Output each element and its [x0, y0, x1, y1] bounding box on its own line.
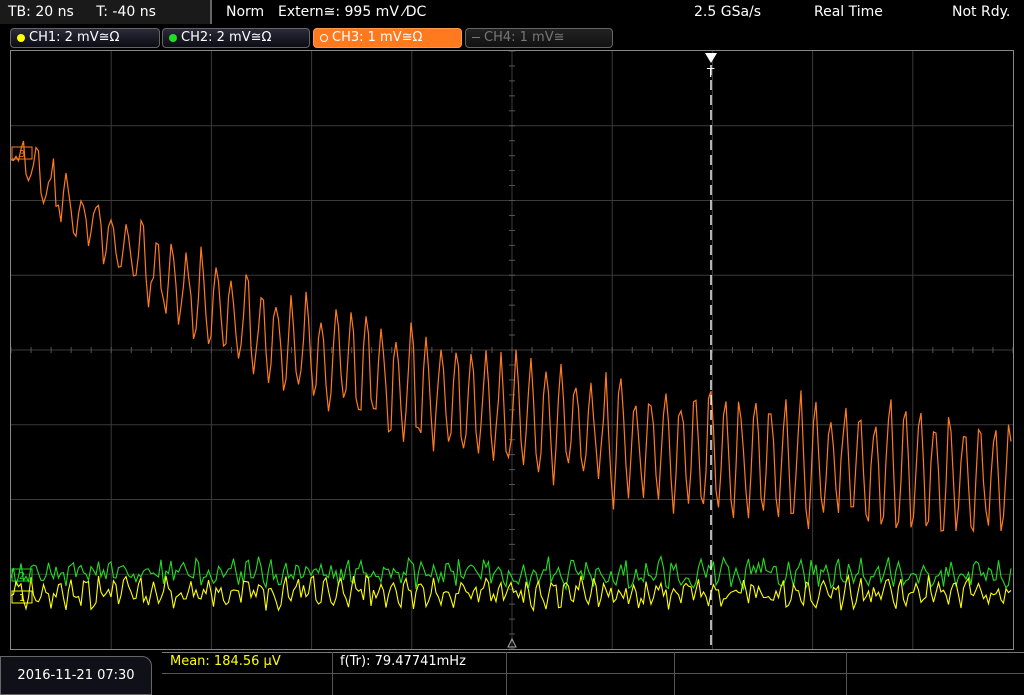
ch2-label: CH2: 2 mV≅Ω: [181, 30, 272, 45]
ch1-label: CH1: 2 mV≅Ω: [29, 30, 120, 45]
trigger-source[interactable]: Extern≅: 995 mV ⁄DC: [278, 0, 426, 24]
graticule: [11, 51, 1013, 649]
waveform-display[interactable]: T 3 2 1: [10, 50, 1014, 650]
waveform-plot: T 3 2 1: [11, 51, 1013, 649]
ch3-level-marker-label: 3: [19, 149, 25, 160]
timebase-label: TB: 20 ns: [8, 4, 74, 20]
datetime-box: 2016-11-21 07:30: [0, 656, 152, 695]
channel-tab-ch3[interactable]: CH3: 1 mV≅Ω: [313, 28, 462, 48]
timebase-box[interactable]: TB: 20 ns T: -40 ns: [0, 0, 212, 24]
channel-tab-ch1[interactable]: CH1: 2 mV≅Ω: [10, 28, 160, 48]
ch2-level-marker-label: 2: [19, 571, 25, 582]
ch3-dot-icon: [320, 33, 328, 42]
trigger-marker-label: T: [706, 66, 715, 80]
ch3-label: CH3: 1 mV≅Ω: [332, 30, 423, 45]
meas-row-divider: [162, 673, 1024, 674]
traces: [11, 140, 1012, 613]
channel-bar: CH1: 2 mV≅Ω CH2: 2 mV≅Ω CH3: 1 mV≅Ω CH4:…: [0, 26, 1024, 48]
ch3-trace: [11, 140, 1012, 534]
markers: T 3 2 1: [11, 53, 717, 649]
mean-measurement[interactable]: Mean: 184.56 µV: [170, 652, 281, 672]
acquisition-state: Not Rdy.: [952, 4, 1011, 20]
top-status-bar: TB: 20 ns T: -40 ns Norm Extern≅: 995 mV…: [0, 0, 1024, 24]
trigger-arrow-icon: [705, 53, 717, 63]
trigger-time-label: T: -40 ns: [96, 4, 156, 20]
channel-tab-ch4[interactable]: CH4: 1 mV≅: [465, 28, 613, 48]
ch4-label: CH4: 1 mV≅: [484, 30, 565, 45]
measurement-panel[interactable]: Mean: 184.56 µV f(Tr): 79.47741mHz: [162, 652, 1024, 695]
bottom-bar: 2016-11-21 07:30 Mean: 184.56 µV f(Tr): …: [0, 652, 1024, 695]
acquisition-mode: Real Time: [814, 4, 883, 20]
ch1-dot-icon: [17, 33, 25, 42]
sample-rate: 2.5 GSa/s: [694, 4, 762, 20]
ch1-trace: [11, 573, 1012, 613]
frequency-measurement[interactable]: f(Tr): 79.47741mHz: [340, 652, 466, 672]
ch4-dot-icon: [472, 37, 480, 38]
trigger-mode[interactable]: Norm: [226, 0, 264, 24]
channel-tab-ch2[interactable]: CH2: 2 mV≅Ω: [162, 28, 310, 48]
ch1-level-marker-label: 1: [19, 593, 25, 604]
ch2-dot-icon: [169, 33, 177, 42]
